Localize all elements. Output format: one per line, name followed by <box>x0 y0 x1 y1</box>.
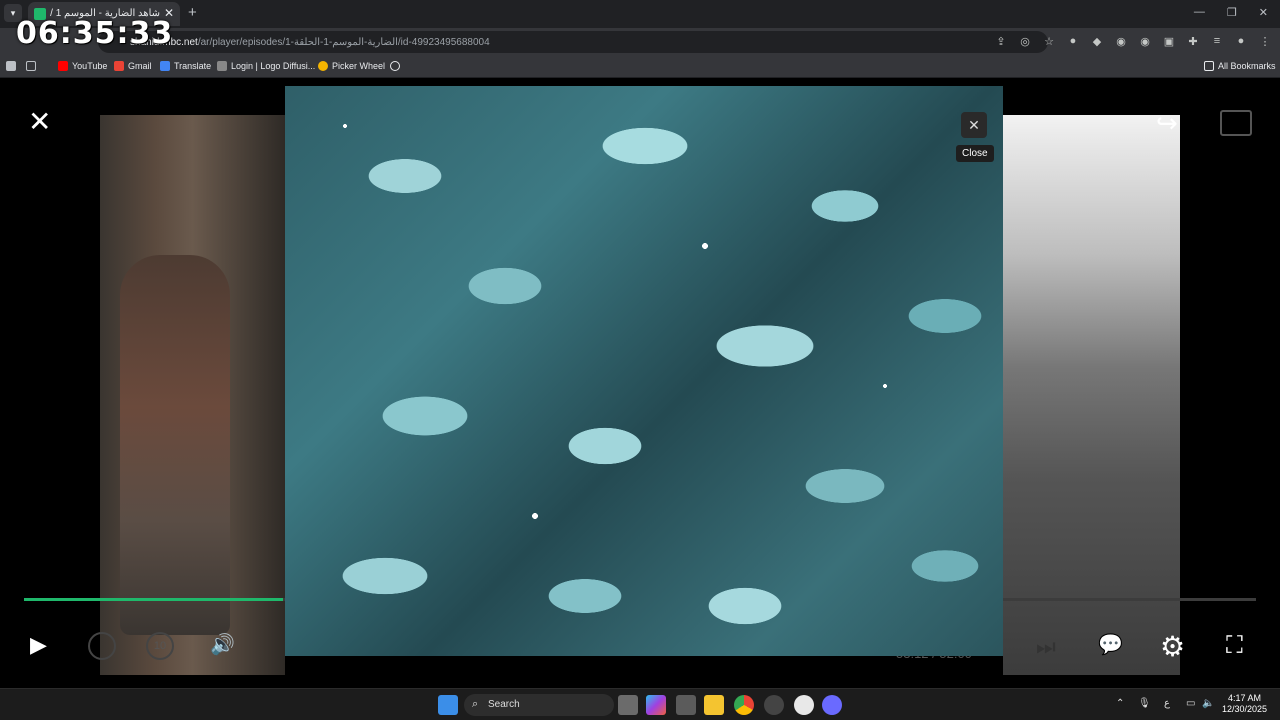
video-frame-left <box>100 115 285 675</box>
picker-wheel-icon <box>318 61 328 71</box>
bookmark-youtube[interactable]: YouTube <box>58 61 107 71</box>
network-icon[interactable]: ▭ <box>1186 698 1195 709</box>
chrome-icon[interactable] <box>734 695 754 715</box>
taskbar-search-placeholder: Search <box>488 699 520 710</box>
translate-icon <box>160 61 170 71</box>
play-button[interactable]: ▶ <box>30 632 47 658</box>
taskbar-date: 12/30/2025 <box>1222 704 1268 714</box>
video-figure <box>120 255 230 635</box>
share-icon[interactable]: ↪ <box>1156 108 1178 139</box>
settings-taskbar-icon[interactable] <box>794 695 814 715</box>
logo-diffusion-icon <box>217 61 227 71</box>
bookmark-picker-wheel[interactable]: Picker Wheel <box>318 61 385 71</box>
browser-tabstrip: ▾ شاهد الضارية - الموسم 1 / الحلقة 1 ✕ +… <box>0 0 1280 28</box>
window-close-button[interactable]: ✕ <box>1259 6 1268 19</box>
new-tab-button[interactable]: + <box>188 4 197 21</box>
cast-icon[interactable] <box>1220 110 1252 136</box>
copilot-icon[interactable] <box>646 695 666 715</box>
taskbar-time: 4:17 AM <box>1228 693 1262 703</box>
minimize-button[interactable]: — <box>1194 6 1205 19</box>
profile-avatar-icon[interactable]: ● <box>1234 35 1248 48</box>
grid-icon[interactable] <box>26 61 36 71</box>
extensions-puzzle-icon[interactable]: ✚ <box>1186 35 1200 48</box>
all-bookmarks-button[interactable]: All Bookmarks <box>1204 61 1276 71</box>
popup-image-leaves <box>285 86 1003 656</box>
browser-toolbar: shahid.mbc.net/ar/player/episodes/الضاري… <box>0 28 1280 56</box>
discord-icon[interactable] <box>822 695 842 715</box>
address-url[interactable]: shahid.mbc.net/ar/player/episodes/الضاري… <box>130 37 490 48</box>
app-badge-icon[interactable] <box>764 695 784 715</box>
player-close-icon[interactable]: ✕ <box>28 108 51 136</box>
subtitles-icon[interactable]: 💬 <box>1098 632 1123 657</box>
folder-icon <box>1204 61 1214 71</box>
install-app-icon[interactable]: ⇪ <box>994 35 1008 48</box>
start-windows-icon[interactable] <box>438 695 458 715</box>
overlay-clock: 06:35:33 <box>16 16 174 51</box>
bookmark-gmail[interactable]: Gmail <box>114 61 152 71</box>
extension-1-icon[interactable]: ● <box>1066 35 1080 48</box>
store-icon[interactable] <box>676 695 696 715</box>
toolbar-icons: ⇪ ◎ ☆ ● ◆ ◉ ◉ ▣ ✚ ≡ ● ⋮ <box>994 35 1272 48</box>
language-indicator[interactable]: ع <box>1164 698 1170 709</box>
popup-close-button[interactable]: ✕ <box>961 112 987 138</box>
bookmark-logo-diffusion[interactable]: Login | Logo Diffusi... <box>217 61 315 71</box>
tracking-icon[interactable]: ◎ <box>1018 35 1032 48</box>
url-path: /ar/player/episodes/الضارية-الموسم-1-الح… <box>197 37 490 48</box>
maximize-button[interactable]: ❐ <box>1227 6 1237 19</box>
forward-10-button[interactable]: 10 <box>146 632 174 660</box>
kebab-menu-icon[interactable]: ⋮ <box>1258 35 1272 48</box>
globe-icon <box>390 61 400 71</box>
bookmark-globe[interactable] <box>390 61 400 71</box>
search-icon: ⌕ <box>472 698 479 710</box>
gmail-icon <box>114 61 124 71</box>
speaker-icon[interactable]: 🔈 <box>1202 698 1214 709</box>
close-tooltip: Close <box>956 145 994 162</box>
tray-overflow-icon[interactable]: ⌃ <box>1116 698 1124 709</box>
file-explorer-icon[interactable] <box>704 695 724 715</box>
window-controls: — ❐ ✕ <box>1194 6 1268 19</box>
apps-icon[interactable] <box>6 61 16 71</box>
taskbar-clock[interactable]: 4:17 AM 12/30/2025 <box>1222 693 1267 715</box>
volume-icon[interactable]: 🔊 <box>210 632 235 657</box>
bookmark-star-icon[interactable]: ☆ <box>1042 35 1056 48</box>
rewind-icon[interactable] <box>88 632 116 660</box>
taskbar-search-box[interactable]: ⌕ Search <box>464 694 614 716</box>
windows-taskbar: ⌕ Search ⌃ 🎙 ع ▭ 🔈 4:17 AM 12/30/2025 <box>0 688 1280 720</box>
extension-3-icon[interactable]: ◉ <box>1114 35 1128 48</box>
progress-bar-fill <box>24 598 283 601</box>
settings-gear-icon[interactable]: ⚙ <box>1160 630 1185 663</box>
microphone-icon[interactable]: 🎙 <box>1138 698 1151 709</box>
extension-4-icon[interactable]: ◉ <box>1138 35 1152 48</box>
extension-2-icon[interactable]: ◆ <box>1090 35 1104 48</box>
bookmarks-bar: YouTube Gmail Translate Login | Logo Dif… <box>0 56 1280 78</box>
next-episode-icon[interactable]: ⏭ <box>1036 634 1056 660</box>
extension-5-icon[interactable]: ▣ <box>1162 35 1176 48</box>
fullscreen-icon[interactable]: ⛶ <box>1226 632 1243 660</box>
youtube-icon <box>58 61 68 71</box>
media-control-icon[interactable]: ≡ <box>1210 35 1224 48</box>
task-view-icon[interactable] <box>618 695 638 715</box>
bookmark-translate[interactable]: Translate <box>160 61 211 71</box>
video-frame-right <box>1003 115 1180 675</box>
